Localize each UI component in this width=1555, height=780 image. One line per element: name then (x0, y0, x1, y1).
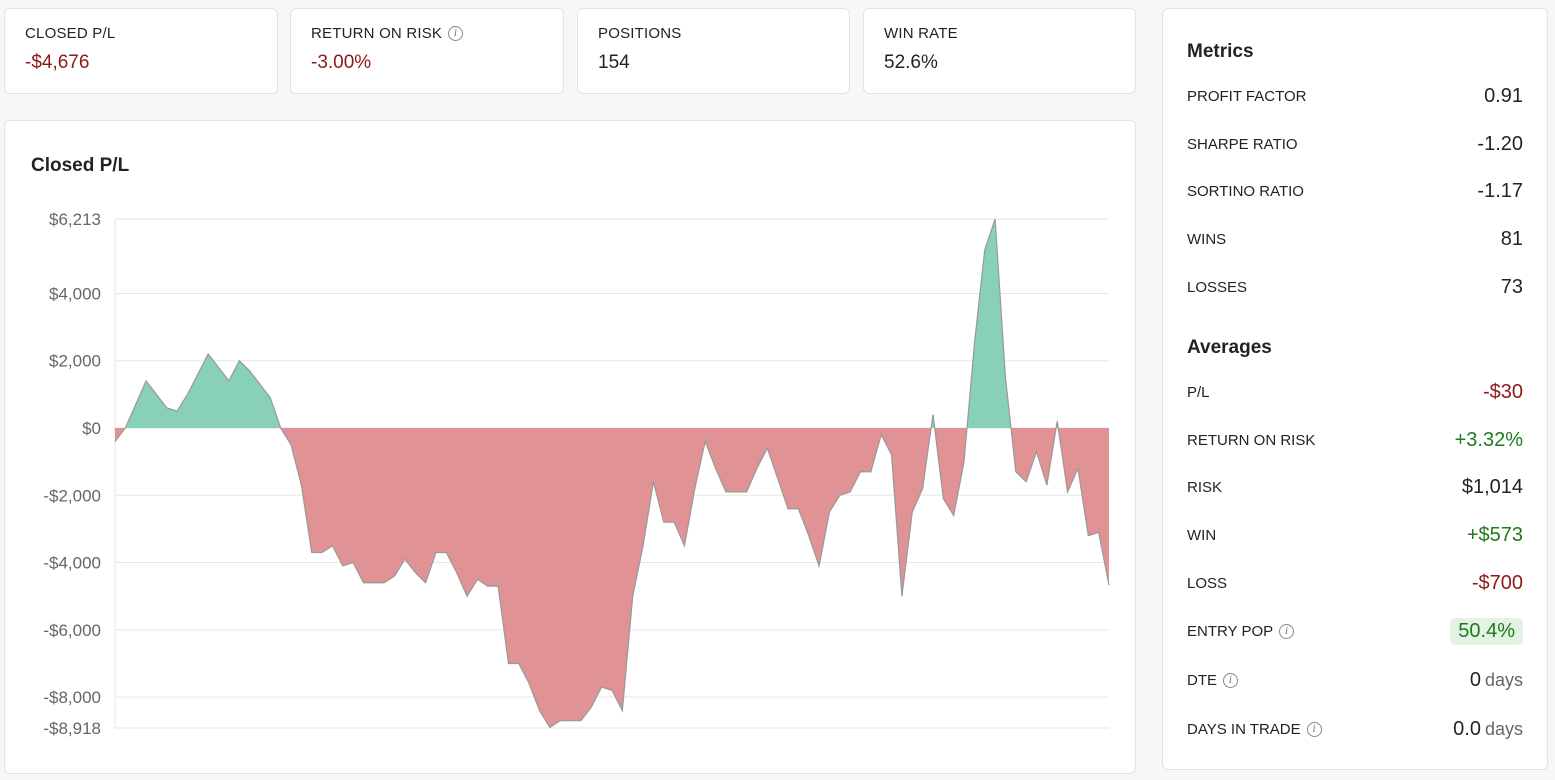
stat-label: RETURN ON RISK (311, 25, 443, 42)
metric-value: 73 (1500, 276, 1523, 298)
stat-value: 52.6% (884, 52, 938, 73)
average-value: 0 (1469, 669, 1481, 691)
metric-label: PROFIT FACTOR (1187, 88, 1307, 105)
y-tick-label: $4,000 (49, 284, 101, 303)
closed-pl-chart-card: Closed P/L $6,213 $4,000 $2,000 $0 -$2,000 -$… (4, 120, 1136, 774)
info-icon[interactable]: i (1306, 722, 1322, 737)
average-label: ENTRY POP (1187, 623, 1274, 640)
stat-label: POSITIONS (598, 25, 682, 42)
average-row-entry-pop: ENTRY POP i 50.4% (1187, 618, 1523, 645)
average-value: 0.0 (1453, 718, 1481, 740)
average-label: RETURN ON RISK (1187, 432, 1316, 449)
y-tick-label: $2,000 (49, 352, 101, 371)
metric-label: SORTINO RATIO (1187, 183, 1304, 200)
y-tick-label: $0 (82, 419, 101, 438)
y-tick-label: -$2,000 (43, 486, 101, 505)
average-row-dte: DTE i 0 days (1187, 669, 1523, 692)
stat-value: -$4,676 (25, 52, 90, 73)
positive-area (967, 219, 1012, 429)
average-row-days-in-trade: DAYS IN TRADE i 0.0 days (1187, 718, 1523, 741)
stat-card-win-rate: WIN RATE 52.6% (863, 8, 1136, 94)
info-icon[interactable]: i (1279, 624, 1295, 639)
average-row-win: WIN +$573 (1187, 524, 1523, 547)
metric-value: -1.20 (1477, 133, 1523, 155)
metric-label: LOSSES (1187, 279, 1248, 296)
average-label: DTE (1187, 672, 1217, 689)
metrics-title: Metrics (1187, 41, 1254, 62)
stat-card-return-on-risk: RETURN ON RISK i -3.00% (290, 8, 564, 94)
average-label: DAYS IN TRADE (1187, 721, 1301, 738)
y-tick-label: $6,213 (49, 210, 101, 229)
unit-label: days (1484, 719, 1523, 739)
average-value: +3.32% (1454, 429, 1523, 451)
y-tick-label: -$4,000 (43, 554, 101, 573)
averages-title: Averages (1187, 337, 1272, 358)
stat-card-positions: POSITIONS 154 (577, 8, 850, 94)
unit-label: days (1484, 670, 1523, 690)
average-label: P/L (1187, 384, 1210, 401)
metric-row-sharpe-ratio: SHARPE RATIO -1.20 (1187, 133, 1523, 156)
average-label: LOSS (1187, 575, 1228, 592)
stat-label: CLOSED P/L (25, 25, 116, 42)
metric-label: WINS (1187, 231, 1227, 248)
average-label: RISK (1187, 479, 1223, 496)
average-row-loss: LOSS -$700 (1187, 572, 1523, 595)
y-tick-label: -$8,918 (43, 719, 101, 738)
stat-value: -3.00% (311, 52, 372, 73)
negative-area (1011, 428, 1057, 486)
average-value: +$573 (1466, 524, 1523, 546)
y-tick-label: -$6,000 (43, 621, 101, 640)
average-value: $1,014 (1461, 476, 1523, 498)
info-icon[interactable]: i (1223, 673, 1238, 688)
closed-pl-chart: $6,213 $4,000 $2,000 $0 -$2,000 -$4,000 -$6,00… (43, 210, 1110, 738)
metric-value: 0.91 (1484, 85, 1523, 107)
average-value: -$700 (1471, 572, 1523, 594)
metric-label: SHARPE RATIO (1187, 136, 1298, 153)
stat-card-closed-pl: CLOSED P/L -$4,676 (4, 8, 278, 94)
metrics-panel: Metrics PROFIT FACTOR 0.91 SHARPE RATIO … (1162, 8, 1548, 770)
stat-value: 154 (598, 52, 630, 73)
info-icon[interactable]: i (448, 26, 464, 41)
y-tick-label: -$8,000 (43, 688, 101, 707)
average-row-risk: RISK $1,014 (1187, 476, 1523, 499)
metric-row-profit-factor: PROFIT FACTOR 0.91 (1187, 85, 1523, 108)
metric-row-wins: WINS 81 (1187, 228, 1523, 251)
average-value: 50.4% (1450, 618, 1523, 645)
stat-label: WIN RATE (884, 25, 958, 42)
average-row-return-on-risk: RETURN ON RISK +3.32% (1187, 429, 1523, 452)
metric-value: -1.17 (1477, 180, 1523, 202)
metric-value: 81 (1500, 228, 1523, 250)
metric-row-losses: LOSSES 73 (1187, 276, 1523, 299)
metric-row-sortino-ratio: SORTINO RATIO -1.17 (1187, 180, 1523, 203)
average-label: WIN (1187, 527, 1217, 544)
average-value: -$30 (1482, 381, 1523, 403)
average-row-pl: P/L -$30 (1187, 381, 1523, 404)
negative-area (280, 428, 932, 728)
